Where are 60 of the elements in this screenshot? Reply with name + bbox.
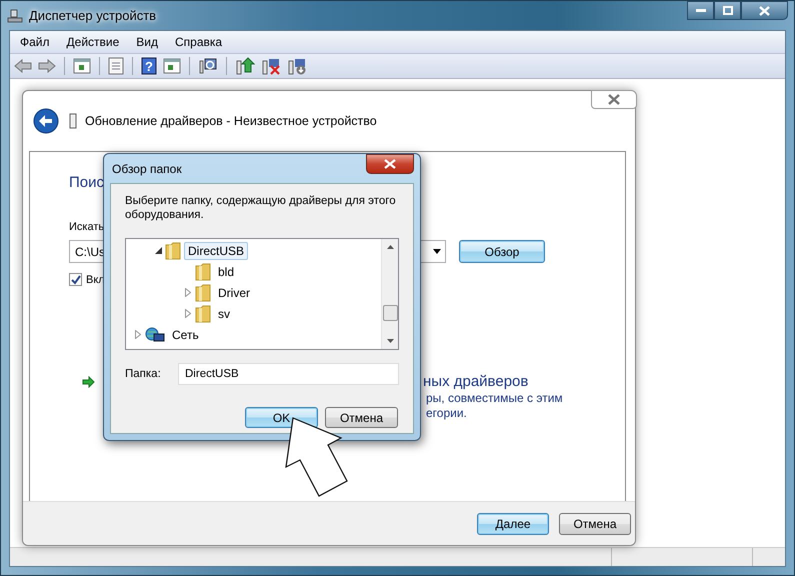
- expanded-caret-icon[interactable]: [154, 247, 162, 254]
- collapsed-caret-icon[interactable]: [185, 309, 191, 318]
- tree-item[interactable]: DirectUSB: [184, 242, 248, 260]
- close-button[interactable]: [741, 1, 788, 20]
- window-title: Диспетчер устройств: [29, 8, 156, 23]
- help-icon[interactable]: ?: [141, 57, 157, 75]
- folder-icon: [165, 242, 181, 260]
- tree-item[interactable]: Сеть: [168, 326, 203, 344]
- dialog-title: Обзор папок: [112, 162, 182, 176]
- scrollbar[interactable]: [381, 239, 398, 349]
- scroll-down-icon: [386, 339, 394, 343]
- arrow-icon: [82, 376, 95, 388]
- folder-name-field[interactable]: DirectUSB: [178, 363, 399, 385]
- folder-icon: [195, 262, 211, 280]
- option-description: ры, совместимые с этим: [426, 391, 563, 406]
- option-title: ных драйверов: [423, 373, 530, 391]
- close-button[interactable]: [591, 90, 637, 109]
- computer-icon: [7, 8, 23, 22]
- dialog-title: Обновление драйверов - Неизвестное устройство: [85, 114, 377, 128]
- back-button[interactable]: [33, 108, 59, 134]
- dialog-button[interactable]: Далее: [477, 512, 549, 534]
- maximize-icon: [722, 6, 732, 15]
- forward-arrow-icon[interactable]: [38, 59, 56, 73]
- folder-icon: [195, 284, 211, 302]
- search-label: Искать: [69, 221, 106, 233]
- folder-icon: [195, 304, 211, 322]
- browse-button[interactable]: Обзор: [459, 240, 545, 263]
- network-globe-icon: [145, 326, 165, 342]
- menu-item[interactable]: Вид: [136, 35, 158, 49]
- menu-item[interactable]: Справка: [175, 35, 222, 49]
- window-panel-icon[interactable]: [73, 58, 91, 74]
- dropdown-arrow-icon: [433, 249, 441, 254]
- minimize-icon: [696, 8, 706, 12]
- close-icon: [759, 6, 770, 16]
- checkbox[interactable]: [69, 273, 82, 286]
- tree-item[interactable]: bld: [214, 262, 238, 280]
- menu-item[interactable]: Файл: [20, 35, 50, 49]
- section-heading: Поис: [69, 174, 106, 191]
- close-icon: [384, 159, 396, 169]
- dialog-button[interactable]: Отмена: [325, 407, 398, 428]
- back-arrow-icon[interactable]: [14, 59, 32, 73]
- tree-item[interactable]: sv: [214, 304, 234, 322]
- dialog-button[interactable]: Отмена: [559, 512, 631, 534]
- collapsed-caret-icon[interactable]: [185, 288, 191, 297]
- instruction-text: Выберите папку, содержащую драйверы для этого оборудования.: [125, 194, 397, 222]
- menu-item[interactable]: Действие: [66, 35, 120, 49]
- close-button[interactable]: [366, 154, 414, 174]
- option-description: егории.: [426, 406, 468, 421]
- maximize-button[interactable]: [714, 1, 741, 20]
- folder-label: Папка:: [125, 368, 162, 380]
- dialog-button[interactable]: OK: [245, 407, 318, 428]
- scroll-thumb[interactable]: [382, 305, 398, 321]
- close-icon: [607, 94, 621, 105]
- minimize-button[interactable]: [687, 1, 714, 20]
- tree-item[interactable]: Driver: [214, 284, 254, 302]
- window-panel-icon[interactable]: [163, 58, 181, 74]
- checkmark-icon: [70, 274, 80, 284]
- collapsed-caret-icon[interactable]: [135, 330, 141, 339]
- scroll-up-icon: [386, 245, 394, 249]
- device-icon: [69, 113, 77, 129]
